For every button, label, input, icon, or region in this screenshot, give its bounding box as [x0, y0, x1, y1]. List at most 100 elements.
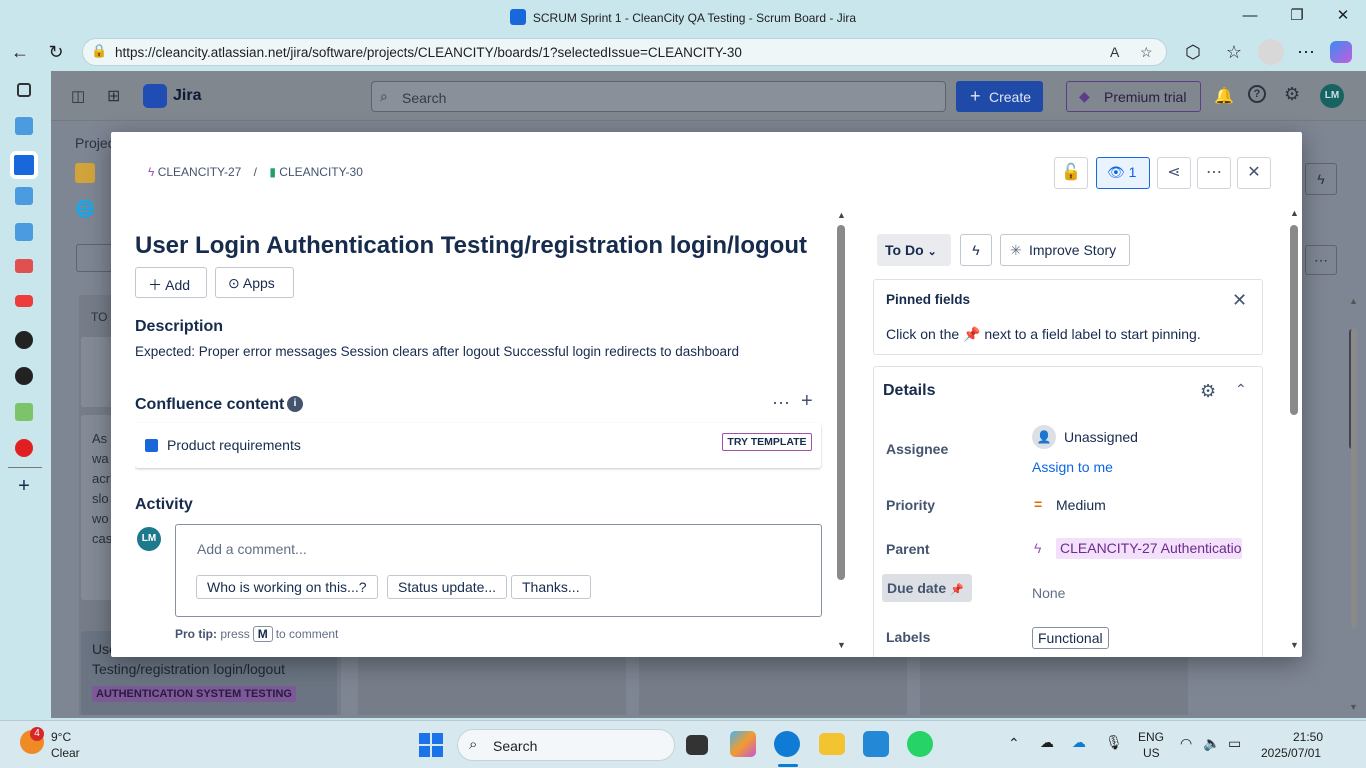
- sidebar-app-4-icon[interactable]: [15, 403, 33, 421]
- weather-condition[interactable]: Clear: [51, 746, 80, 760]
- file-explorer-icon[interactable]: [819, 733, 845, 755]
- clock-time[interactable]: 21:50: [1293, 730, 1323, 744]
- side-scroll-down-icon[interactable]: ▼: [1290, 640, 1299, 650]
- label-tag[interactable]: Functional: [1032, 627, 1109, 649]
- task-view-icon[interactable]: [686, 735, 708, 755]
- refresh-icon[interactable]: ↻: [44, 41, 68, 63]
- profile-avatar[interactable]: [1258, 39, 1284, 65]
- jira-logo[interactable]: [143, 84, 167, 108]
- jira-search-input[interactable]: ⌕ Search: [371, 81, 946, 112]
- github-icon[interactable]: [15, 331, 33, 349]
- user-avatar[interactable]: LM: [1320, 84, 1344, 108]
- copilot-taskbar-icon[interactable]: [730, 731, 756, 757]
- favorites-icon[interactable]: ☆: [1222, 41, 1246, 63]
- tray-chevron-icon[interactable]: ⌃: [1008, 735, 1020, 752]
- wifi-icon[interactable]: ◠: [1180, 735, 1192, 752]
- assignee-value[interactable]: Unassigned: [1064, 429, 1138, 445]
- url-field[interactable]: 🔒 https://cleancity.atlassian.net/jira/s…: [82, 38, 1167, 66]
- add-button[interactable]: ＋ Add: [135, 267, 207, 298]
- vscode-icon[interactable]: [863, 731, 889, 757]
- issue-title[interactable]: User Login Authentication Testing/regist…: [135, 232, 807, 260]
- due-date-label-box[interactable]: Due date 📌: [882, 574, 972, 602]
- app-switcher-icon[interactable]: ⊞: [107, 86, 120, 106]
- sidebar-jira-icon[interactable]: [10, 151, 38, 179]
- page-scrollbar[interactable]: [1351, 328, 1357, 628]
- sidebar-app-3-icon[interactable]: [15, 223, 33, 241]
- due-date-value[interactable]: None: [1032, 585, 1065, 601]
- taskbar-search[interactable]: ⌕ Search: [457, 729, 675, 761]
- onedrive-icon[interactable]: ☁: [1072, 734, 1086, 751]
- scroll-down-icon[interactable]: ▼: [837, 640, 846, 650]
- record-icon[interactable]: [15, 439, 33, 457]
- page-scroll-up-icon[interactable]: ▲: [1349, 296, 1358, 306]
- quick-reply-working[interactable]: Who is working on this...?: [196, 575, 378, 599]
- language-region[interactable]: US: [1143, 746, 1160, 760]
- pin-icon[interactable]: 📌: [950, 584, 964, 596]
- help-icon[interactable]: ?: [1248, 85, 1266, 103]
- confluence-add-icon[interactable]: +: [801, 390, 813, 413]
- notifications-icon[interactable]: 🔔: [1214, 86, 1234, 106]
- breadcrumb-parent-link[interactable]: CLEANCITY-27: [158, 165, 242, 179]
- details-heading[interactable]: Details: [883, 382, 935, 400]
- share-icon-button[interactable]: ⋖: [1157, 157, 1191, 189]
- more-actions-icon-button[interactable]: ⋯: [1197, 157, 1231, 189]
- scroll-up-icon[interactable]: ▲: [837, 210, 846, 220]
- gmail-icon[interactable]: [15, 259, 33, 273]
- quick-reply-status[interactable]: Status update...: [387, 575, 508, 599]
- settings-icon[interactable]: ⚙: [1284, 84, 1300, 105]
- parent-value[interactable]: CLEANCITY-27 Authenticatio: [1056, 538, 1242, 559]
- watch-button[interactable]: 👁 1: [1096, 157, 1150, 189]
- details-settings-icon[interactable]: ⚙: [1200, 381, 1216, 402]
- side-scrollbar[interactable]: [1290, 225, 1298, 415]
- github-2-icon[interactable]: [15, 367, 33, 385]
- language-code[interactable]: ENG: [1138, 730, 1164, 744]
- back-icon[interactable]: ←: [8, 41, 32, 63]
- collapse-chevron-icon[interactable]: ⌃: [1235, 381, 1247, 398]
- microphone-icon[interactable]: 🎙: [1105, 734, 1123, 751]
- premium-trial-button[interactable]: ◆ Premium trial: [1066, 81, 1201, 112]
- improve-story-button[interactable]: ✳ Improve Story: [1000, 234, 1130, 266]
- sidebar-toggle-icon[interactable]: ◫: [71, 87, 85, 105]
- info-icon[interactable]: i: [287, 396, 303, 412]
- status-dropdown[interactable]: To Do ⌄: [877, 234, 951, 266]
- page-scroll-down-icon[interactable]: ▼: [1349, 702, 1358, 712]
- minimize-icon[interactable]: —: [1238, 5, 1262, 27]
- sidebar-app-2-icon[interactable]: [15, 187, 33, 205]
- whatsapp-icon[interactable]: [907, 731, 933, 757]
- side-scroll-up-icon[interactable]: ▲: [1290, 208, 1299, 218]
- confluence-item[interactable]: Product requirements TRY TEMPLATE: [135, 423, 821, 468]
- quick-reply-thanks[interactable]: Thanks...: [511, 575, 591, 599]
- close-pinned-icon[interactable]: ✕: [1232, 290, 1247, 311]
- more-menu-icon[interactable]: ⋯: [1294, 41, 1318, 63]
- volume-icon[interactable]: 🔈: [1203, 735, 1220, 752]
- battery-icon[interactable]: ▭: [1228, 735, 1241, 752]
- cloud-icon[interactable]: ☁: [1040, 734, 1054, 751]
- edge-icon[interactable]: [774, 731, 800, 757]
- youtube-icon[interactable]: [15, 295, 33, 307]
- tabs-icon[interactable]: [17, 83, 31, 97]
- close-modal-icon-button[interactable]: ✕: [1237, 157, 1271, 189]
- description-text[interactable]: Expected: Proper error messages Session …: [135, 344, 739, 359]
- comment-box[interactable]: Add a comment... Who is working on this.…: [175, 524, 822, 617]
- sidebar-app-1-icon[interactable]: [15, 117, 33, 135]
- clock-date[interactable]: 2025/07/01: [1261, 746, 1321, 760]
- assign-to-me-link[interactable]: Assign to me: [1032, 459, 1113, 475]
- weather-temp[interactable]: 9°C: [51, 730, 71, 744]
- main-scrollbar[interactable]: [837, 225, 845, 580]
- favorite-star-icon[interactable]: ☆: [1140, 44, 1153, 61]
- confluence-more-icon[interactable]: ⋯: [772, 393, 790, 414]
- lock-icon-button[interactable]: 🔓: [1054, 157, 1088, 189]
- extensions-icon[interactable]: ⬡: [1181, 41, 1205, 63]
- priority-value[interactable]: Medium: [1056, 497, 1106, 513]
- try-template-button[interactable]: TRY TEMPLATE: [722, 433, 812, 451]
- read-aloud-icon[interactable]: A: [1110, 44, 1119, 60]
- create-button[interactable]: + Create: [956, 81, 1043, 112]
- windows-start-icon[interactable]: [419, 733, 443, 757]
- maximize-icon[interactable]: ❐: [1285, 5, 1309, 27]
- copilot-icon[interactable]: [1330, 41, 1352, 63]
- add-icon[interactable]: +: [15, 476, 33, 496]
- automation-icon-button[interactable]: ϟ: [960, 234, 992, 266]
- breadcrumb-issue-link[interactable]: CLEANCITY-30: [279, 165, 363, 179]
- close-window-icon[interactable]: ✕: [1331, 5, 1355, 27]
- apps-button[interactable]: ⊙ Apps: [215, 267, 294, 298]
